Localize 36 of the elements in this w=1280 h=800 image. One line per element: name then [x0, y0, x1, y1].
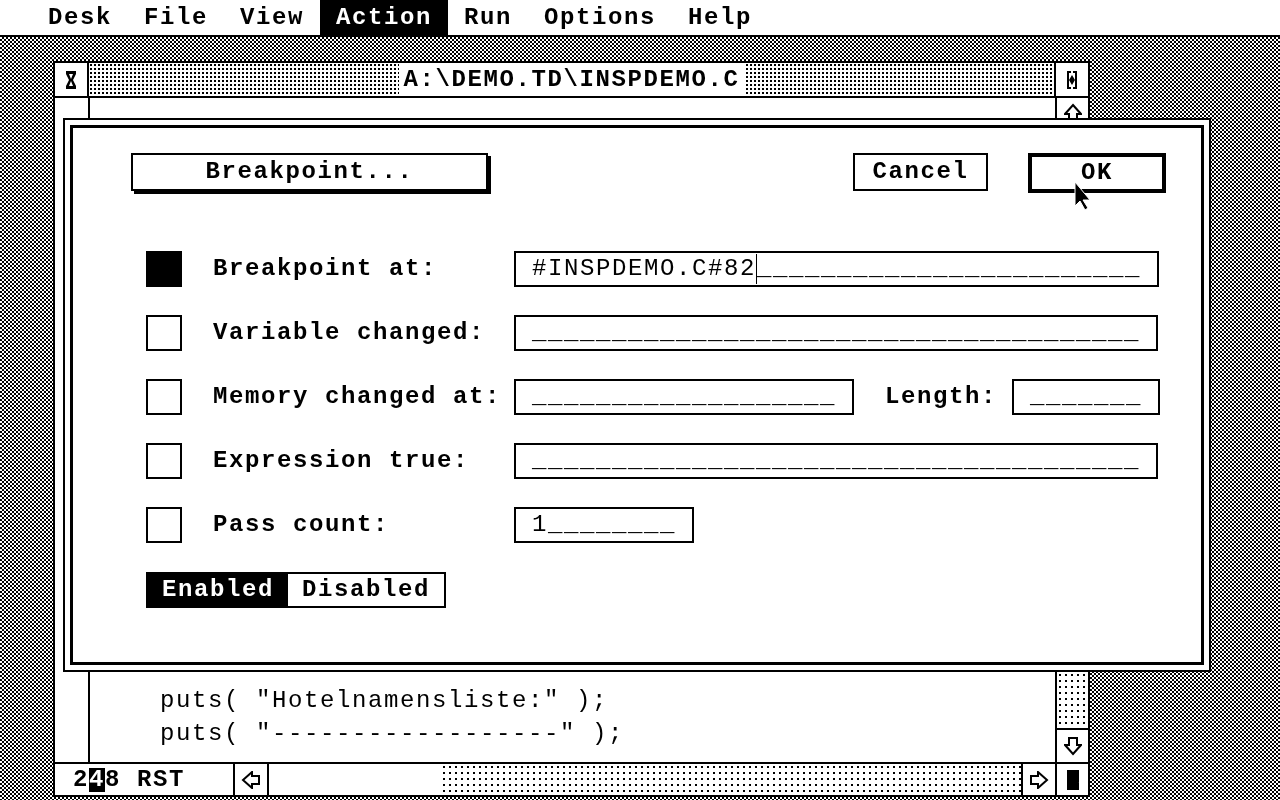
field-label: Memory changed at:: [213, 385, 503, 409]
mouse-pointer-icon: [1074, 181, 1092, 211]
left-arrow-icon[interactable]: [241, 770, 261, 789]
menu-item[interactable]: Action: [320, 0, 449, 35]
down-arrow-icon[interactable]: [1063, 736, 1082, 756]
checkbox[interactable]: [146, 379, 182, 415]
checkbox[interactable]: [146, 315, 182, 351]
input-field[interactable]: ______________________________________: [514, 315, 1159, 351]
status-text: 8 RST: [105, 767, 186, 792]
close-icon[interactable]: [64, 68, 78, 91]
breakpoint-button[interactable]: Breakpoint...: [131, 153, 488, 191]
window-title: A:\DEMO.TD\INSPDEMO.C: [399, 63, 744, 96]
input-field[interactable]: ___________________: [514, 379, 855, 415]
field-label: Length:: [885, 385, 998, 409]
field-label: Variable changed:: [213, 321, 487, 345]
field-label: Pass count:: [213, 513, 391, 537]
title-bar[interactable]: A:\DEMO.TD\INSPDEMO.C: [89, 63, 1054, 96]
input-field[interactable]: _______: [1012, 379, 1161, 415]
radio-button[interactable]: Enabled: [148, 574, 289, 606]
cursor-digit: 4: [89, 767, 106, 792]
checkbox[interactable]: [146, 507, 182, 543]
resize-icon[interactable]: [1064, 768, 1081, 791]
input-field[interactable]: #INSPDEMO.C#82________________________: [514, 251, 1160, 287]
cancel-button[interactable]: Cancel: [853, 153, 988, 191]
input-field[interactable]: 1________: [514, 507, 695, 543]
code-line: puts( "------------------" );: [160, 722, 626, 746]
right-arrow-icon[interactable]: [1029, 770, 1049, 789]
line-number: 2: [73, 767, 89, 792]
scrollbar-track[interactable]: [441, 764, 1021, 795]
code-line: puts( "Hotelnamensliste:" );: [160, 689, 610, 713]
checkbox[interactable]: [146, 251, 182, 287]
field-label: Breakpoint at:: [213, 257, 439, 281]
field-label: Expression true:: [213, 449, 471, 473]
checkbox[interactable]: [146, 443, 182, 479]
input-field[interactable]: ______________________________________: [514, 443, 1159, 479]
fullscreen-icon[interactable]: [1065, 68, 1079, 91]
